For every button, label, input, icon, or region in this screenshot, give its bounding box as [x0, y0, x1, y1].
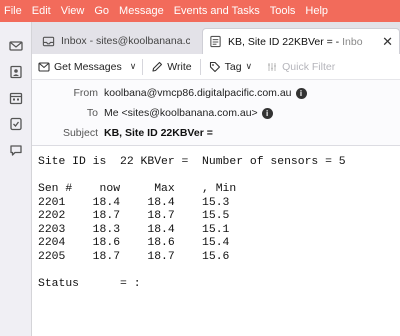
menu-tools[interactable]: Tools: [270, 5, 296, 17]
get-messages-icon: [38, 61, 50, 72]
subject-value: KB, Site ID 22KBVer =: [104, 127, 213, 139]
pencil-icon: [152, 61, 163, 72]
tab-message[interactable]: KB, Site ID 22KBVer = - Inbo ✕: [202, 28, 400, 54]
subject-row: Subject KB, Site ID 22KBVer =: [32, 124, 213, 142]
message-toolbar: Get Messages ∨ Write Tag ∨ Quick Filter: [32, 54, 400, 80]
chevron-down-icon[interactable]: ∨: [130, 61, 137, 72]
close-icon[interactable]: ✕: [382, 34, 393, 50]
filter-icon: [268, 62, 277, 71]
info-icon[interactable]: i: [261, 107, 273, 119]
tasks-icon[interactable]: [8, 116, 24, 132]
tag-label: Tag: [224, 60, 242, 73]
get-messages-button[interactable]: Get Messages: [38, 61, 122, 73]
tab-message-label-suffix: Inbo: [342, 35, 363, 48]
status-line: Status = :: [38, 277, 141, 290]
write-label: Write: [167, 60, 192, 73]
info-icon[interactable]: i: [295, 87, 307, 99]
menu-help[interactable]: Help: [305, 5, 328, 17]
tab-message-label: KB, Site ID 22KBVer = -: [228, 35, 343, 48]
menu-events-and-tasks[interactable]: Events and Tasks: [174, 5, 260, 17]
write-button[interactable]: Write: [151, 60, 192, 73]
chevron-down-icon: ∨: [245, 61, 253, 71]
table-row: 2204 18.6 18.6 15.4: [38, 237, 230, 249]
get-messages-label: Get Messages: [54, 60, 122, 73]
message-icon: [210, 35, 221, 48]
menu-message[interactable]: Message: [119, 5, 164, 17]
to-value[interactable]: Me <sites@koolbanana.com.au>: [104, 107, 258, 119]
from-row: From koolbana@vmcp86.digitalpacific.com.…: [32, 84, 307, 102]
toolbar-divider: [142, 58, 144, 75]
tab-bar: Inbox - sites@koolbanana.com KB, Site ID…: [32, 22, 400, 54]
mail-icon[interactable]: [8, 38, 24, 54]
menu-view[interactable]: View: [61, 5, 85, 17]
menu-bar: File Edit View Go Message Events and Tas…: [0, 0, 400, 22]
quick-filter-button[interactable]: Quick Filter: [266, 61, 335, 73]
quick-filter-label: Quick Filter: [282, 60, 336, 73]
spaces-toolbar: [0, 22, 32, 336]
to-row: To Me <sites@koolbanana.com.au> i: [32, 104, 273, 122]
message-header: From koolbana@vmcp86.digitalpacific.com.…: [32, 80, 400, 146]
toolbar-divider: [199, 58, 201, 75]
table-row: 2203 18.3 18.4 15.1: [38, 223, 230, 236]
from-label: From: [73, 87, 99, 99]
from-value[interactable]: koolbana@vmcp86.digitalpacific.com.au: [104, 87, 292, 99]
inbox-icon: [42, 36, 55, 46]
address-book-icon[interactable]: [8, 64, 24, 80]
menu-file[interactable]: File: [4, 5, 22, 17]
table-header: Sen # now Max , Min: [38, 183, 237, 195]
message-body: Site ID is 22 KBVer = Number of sensors …: [32, 146, 400, 336]
tag-icon: [209, 61, 220, 72]
body-line-site: Site ID is 22 KBVer = Number of sensors …: [38, 156, 346, 168]
table-row: 2205 18.7 18.7 15.6: [38, 250, 230, 263]
subject-label: Subject: [62, 127, 98, 139]
tab-inbox[interactable]: Inbox - sites@koolbanana.com: [36, 28, 196, 54]
menu-edit[interactable]: Edit: [32, 5, 51, 17]
table-row: 2201 18.4 18.4 15.3: [38, 196, 230, 209]
calendar-icon[interactable]: [8, 90, 24, 106]
table-row: 2202 18.7 18.7 15.5: [38, 210, 230, 222]
to-label: To: [86, 107, 98, 119]
tag-button[interactable]: Tag ∨: [209, 61, 259, 73]
chat-icon[interactable]: [8, 142, 24, 158]
tab-inbox-label: Inbox - sites@koolbanana.com: [61, 35, 190, 47]
menu-go[interactable]: Go: [94, 5, 109, 17]
